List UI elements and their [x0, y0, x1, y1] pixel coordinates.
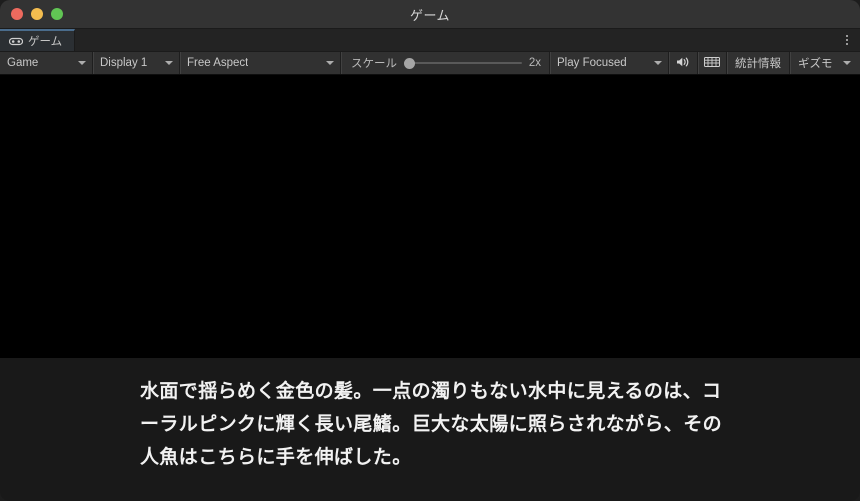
scale-slider[interactable]	[404, 56, 522, 70]
window-title: ゲーム	[409, 7, 451, 23]
minimize-button[interactable]	[31, 8, 43, 20]
game-target-dropdown[interactable]: Game	[0, 52, 92, 74]
chevron-down-icon	[165, 61, 173, 65]
chevron-down-icon	[326, 61, 334, 65]
play-mode-label: Play Focused	[557, 57, 627, 69]
scale-label: スケール	[351, 58, 397, 70]
game-target-label: Game	[7, 57, 39, 69]
display-label: Display 1	[100, 57, 148, 69]
gizmos-label: ギズモ	[798, 58, 833, 70]
maximize-button[interactable]	[51, 8, 63, 20]
speaker-icon	[676, 56, 691, 71]
subtitle-text: 水面で揺らめく金色の髪。一点の濁りもない水中に見えるのは、コーラルピンクに輝く長…	[140, 381, 723, 468]
stats-label: 統計情報	[735, 58, 781, 70]
gizmos-button[interactable]: ギズモ	[790, 52, 855, 74]
close-button[interactable]	[11, 8, 23, 20]
scale-value: 2x	[528, 57, 541, 69]
chevron-down-icon	[78, 61, 86, 65]
chevron-down-icon	[654, 61, 662, 65]
gamepad-icon	[9, 37, 23, 46]
game-toolbar: Game Display 1 Free Aspect スケール 2x Play …	[0, 52, 860, 75]
tab-game[interactable]: ゲーム	[0, 29, 76, 51]
grid-icon	[704, 56, 720, 71]
stats-grid-button[interactable]	[698, 52, 726, 74]
kebab-dot	[846, 43, 848, 45]
tab-bar: ゲーム	[0, 29, 860, 52]
chevron-down-icon[interactable]	[842, 61, 851, 65]
scale-control[interactable]: スケール 2x	[341, 52, 549, 74]
subtitle-panel: 水面で揺らめく金色の髪。一点の濁りもない水中に見えるのは、コーラルピンクに輝く長…	[0, 358, 860, 501]
kebab-dot	[846, 39, 848, 41]
display-dropdown[interactable]: Display 1	[93, 52, 179, 74]
title-bar: ゲーム	[0, 0, 860, 29]
scale-slider-track	[404, 62, 522, 64]
game-view-canvas[interactable]	[0, 75, 860, 358]
tab-game-label: ゲーム	[28, 36, 63, 48]
play-mode-dropdown[interactable]: Play Focused	[550, 52, 668, 74]
traffic-light-group	[11, 8, 63, 20]
mute-audio-button[interactable]	[669, 52, 697, 74]
aspect-ratio-dropdown[interactable]: Free Aspect	[180, 52, 340, 74]
stats-button[interactable]: 統計情報	[727, 52, 789, 74]
kebab-menu-icon[interactable]	[836, 29, 858, 51]
kebab-dot	[846, 35, 848, 37]
scale-slider-handle[interactable]	[404, 57, 415, 69]
game-window: ゲーム ゲーム Game Display 1 Free Aspect スケール …	[0, 0, 860, 501]
aspect-ratio-label: Free Aspect	[187, 57, 249, 69]
